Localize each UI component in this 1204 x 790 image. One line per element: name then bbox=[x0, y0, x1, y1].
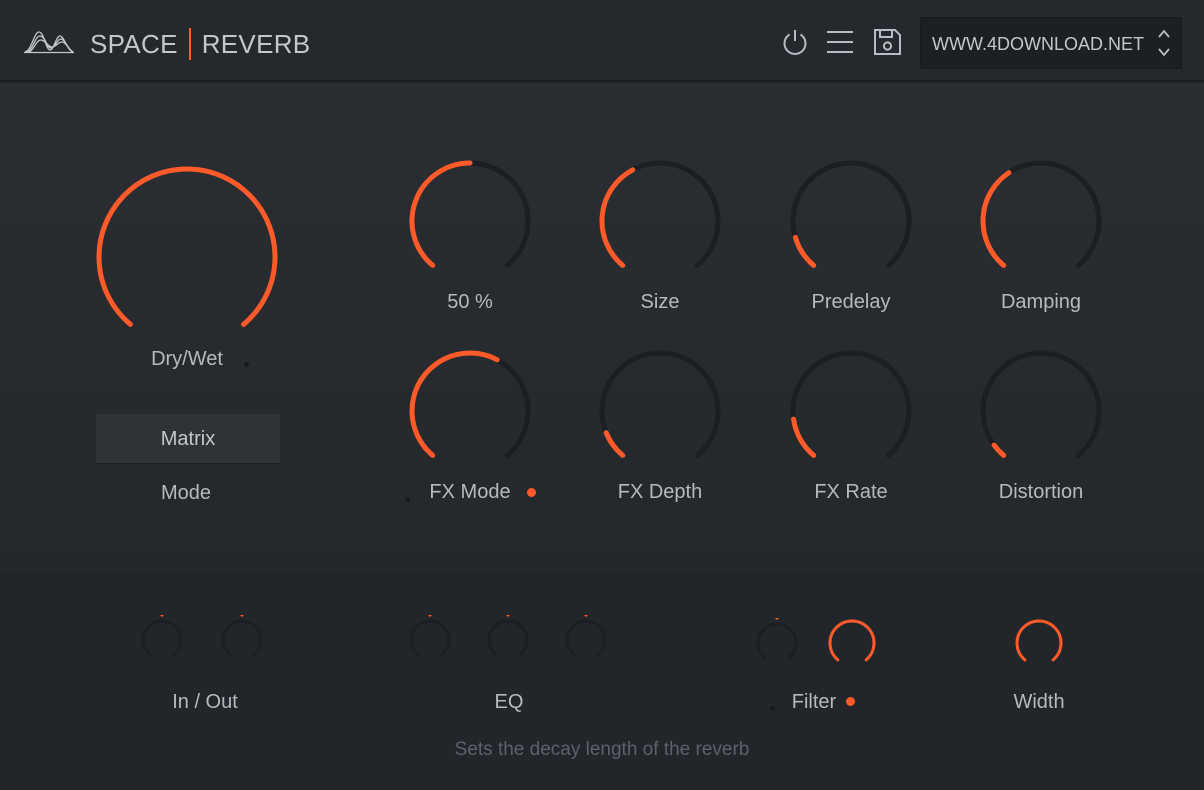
knob-value-arc bbox=[991, 442, 1007, 458]
preset-arrows-icon[interactable] bbox=[1157, 28, 1171, 58]
title-separator bbox=[188, 28, 191, 60]
distortion-knob[interactable] bbox=[976, 346, 1106, 476]
fx-rate-knob[interactable] bbox=[786, 346, 916, 476]
knob-value-arc bbox=[409, 160, 473, 268]
preset-selector[interactable]: WWW.4DOWNLOAD.NET bbox=[920, 17, 1182, 69]
knob-track bbox=[790, 160, 912, 268]
fx-mode-label: FX Mode bbox=[429, 481, 511, 503]
knob-track bbox=[565, 619, 607, 657]
dry-wet-label: Dry/Wet bbox=[151, 348, 223, 370]
hint-text: Sets the decay length of the reverb bbox=[454, 739, 750, 760]
damping-label: Damping bbox=[1000, 291, 1082, 313]
size-knob[interactable] bbox=[595, 156, 725, 286]
mode-value: Matrix bbox=[160, 428, 216, 450]
fx-mode-indicator bbox=[405, 497, 410, 502]
app-title: SPACE REVERB bbox=[90, 28, 310, 60]
knob-indicator-dot bbox=[584, 615, 588, 617]
knob-value-arc bbox=[409, 350, 500, 458]
knob-value-arc bbox=[791, 416, 817, 458]
dry-wet-indicator bbox=[244, 362, 249, 367]
reverb-time-knob[interactable] bbox=[405, 156, 535, 286]
knob-track bbox=[599, 350, 721, 458]
mode-dropdown[interactable]: Matrix bbox=[96, 414, 280, 464]
knob-track bbox=[141, 619, 183, 657]
power-icon[interactable] bbox=[780, 27, 810, 57]
knob-track bbox=[790, 350, 912, 458]
knob-track bbox=[487, 619, 529, 657]
title-reverb: REVERB bbox=[201, 28, 311, 59]
in-out-knob-2[interactable] bbox=[217, 615, 267, 665]
width-label: Width bbox=[1013, 691, 1065, 713]
in-out-knob-1[interactable] bbox=[137, 615, 187, 665]
knob-track bbox=[980, 350, 1102, 458]
filter-knob-2[interactable] bbox=[827, 618, 877, 668]
mode-label: Mode bbox=[160, 482, 212, 504]
knob-indicator-dot bbox=[775, 618, 779, 620]
knob-indicator-dot bbox=[240, 615, 244, 617]
save-icon[interactable] bbox=[873, 27, 902, 57]
predelay-knob[interactable] bbox=[786, 156, 916, 286]
knob-value-arc bbox=[96, 166, 278, 327]
damping-knob[interactable] bbox=[976, 156, 1106, 286]
title-space: SPACE bbox=[90, 28, 178, 59]
eq-knob-1[interactable] bbox=[405, 615, 455, 665]
knob-value-arc bbox=[599, 167, 636, 268]
knob-track bbox=[756, 622, 798, 660]
fx-rate-label: FX Rate bbox=[814, 481, 888, 503]
knob-value-arc bbox=[792, 234, 817, 268]
predelay-label: Predelay bbox=[811, 291, 891, 313]
width-knob[interactable] bbox=[1014, 618, 1064, 668]
knob-value-arc bbox=[980, 170, 1012, 268]
fx-mode-knob[interactable] bbox=[405, 346, 535, 476]
in-out-label: In / Out bbox=[172, 691, 238, 713]
knob-track bbox=[409, 619, 451, 657]
knob-indicator-dot bbox=[160, 615, 164, 617]
size-label: Size bbox=[640, 291, 680, 313]
header-bar: SPACE REVERB WWW.4DOWNLOAD.NET bbox=[0, 0, 1204, 82]
knob-value-arc bbox=[1015, 619, 1063, 662]
waveform-logo-icon bbox=[24, 31, 74, 54]
knob-indicator-dot bbox=[428, 615, 432, 617]
filter-indicator bbox=[770, 706, 775, 711]
knob-indicator-dot bbox=[506, 615, 510, 617]
knob-value-arc bbox=[603, 430, 626, 458]
knob-track bbox=[221, 619, 263, 657]
filter-active-led[interactable] bbox=[846, 697, 855, 706]
fx-mode-active-led[interactable] bbox=[527, 488, 536, 497]
fx-depth-knob[interactable] bbox=[595, 346, 725, 476]
reverb-time-label: 50 % bbox=[447, 291, 493, 313]
knob-value-arc bbox=[828, 619, 876, 662]
eq-knob-2[interactable] bbox=[483, 615, 533, 665]
eq-label: EQ bbox=[494, 691, 524, 713]
fx-depth-label: FX Depth bbox=[617, 481, 703, 503]
eq-knob-3[interactable] bbox=[561, 615, 611, 665]
preset-name: WWW.4DOWNLOAD.NET bbox=[932, 34, 1144, 54]
distortion-label: Distortion bbox=[998, 481, 1084, 503]
menu-icon[interactable] bbox=[826, 27, 854, 57]
filter-knob-1[interactable] bbox=[752, 618, 802, 668]
dry-wet-knob[interactable] bbox=[92, 162, 282, 352]
